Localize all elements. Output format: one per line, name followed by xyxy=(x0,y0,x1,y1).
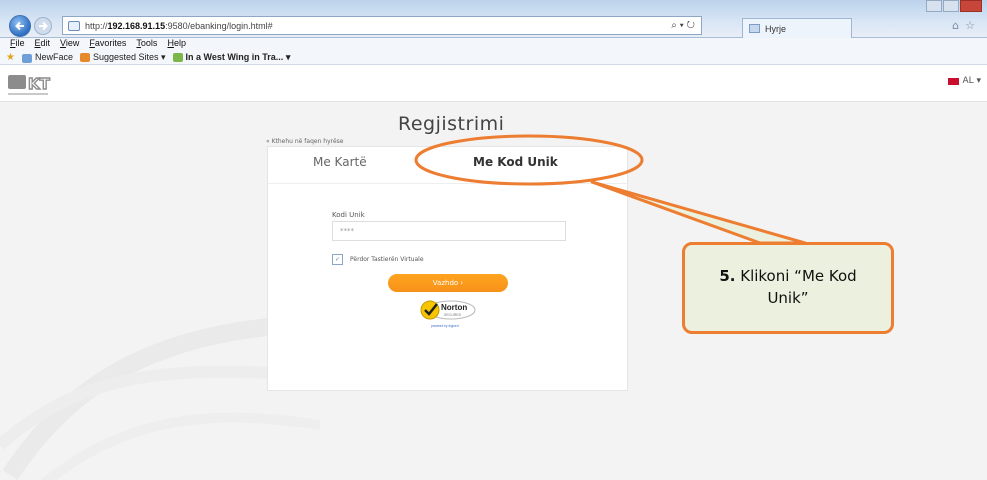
menu-file[interactable]: File xyxy=(10,38,25,51)
kodi-unik-label: Kodi Unik xyxy=(332,211,365,219)
fav-westwing[interactable]: In a West Wing in Tra... ▾ xyxy=(172,52,291,63)
url-rest: :9580/ebanking/login.html# xyxy=(165,20,273,31)
favorites-star-icon[interactable]: ★ xyxy=(6,52,15,63)
close-button[interactable] xyxy=(960,0,982,12)
browser-tab[interactable]: Hyrje xyxy=(742,18,852,38)
fav-newface[interactable]: NewFace xyxy=(21,52,73,63)
back-arrow-icon[interactable] xyxy=(9,15,31,37)
page-title: Regjistrimi xyxy=(398,113,505,135)
back-to-login-link[interactable]: « Kthehu në faqen hyrëse xyxy=(266,138,343,145)
norton-powered-text: powered by digicert xyxy=(431,324,459,328)
tab-page-icon xyxy=(749,24,760,33)
registration-card: Me Kartë Me Kod Unik Kodi Unik **** ✓ Pë… xyxy=(267,146,629,391)
fav-suggested-label: Suggested Sites ▾ xyxy=(92,52,166,62)
virtual-keyboard-checkbox[interactable]: ✓ xyxy=(332,254,343,265)
norton-secured-text: SECURED xyxy=(444,313,462,317)
maximize-button[interactable] xyxy=(943,0,959,12)
kodi-unik-input[interactable]: **** xyxy=(332,221,566,241)
window-controls xyxy=(926,0,982,12)
menu-view[interactable]: View xyxy=(60,38,79,51)
suggested-sites-icon xyxy=(79,53,90,63)
callout-step-number: 5. xyxy=(719,267,736,286)
url-prefix: http:// xyxy=(85,20,108,31)
bkt-logo: KT xyxy=(8,74,51,95)
site-header: KT AL ▾ xyxy=(0,65,987,102)
westwing-icon xyxy=(172,53,183,63)
svg-text:KT: KT xyxy=(28,75,51,93)
tab-title: Hyrje xyxy=(765,23,787,34)
address-bar[interactable]: http://192.168.91.15:9580/ebanking/login… xyxy=(62,16,702,35)
norton-secured-badge: Norton SECURED powered by digicert xyxy=(420,300,476,328)
instruction-callout: 5. Klikoni “Me Kod Unik” xyxy=(682,242,894,334)
menu-edit[interactable]: Edit xyxy=(35,38,51,51)
search-refresh-icon[interactable]: ⌕ ▾ ↻ xyxy=(671,20,695,31)
menu-help[interactable]: Help xyxy=(167,38,186,51)
fav-suggested[interactable]: Suggested Sites ▾ xyxy=(79,52,166,63)
menu-bar: File Edit View Favorites Tools Help xyxy=(0,38,987,51)
tab-me-karte[interactable]: Me Kartë xyxy=(313,155,367,169)
virtual-keyboard-label: Përdor Tastierën Virtuale xyxy=(350,256,424,263)
home-favorites-icons[interactable]: ⌂☆ xyxy=(952,19,981,32)
tab-divider xyxy=(268,183,629,184)
norton-text: Norton xyxy=(441,303,467,312)
browser-toolbar: http://192.168.91.15:9580/ebanking/login… xyxy=(0,0,987,38)
newface-icon xyxy=(21,53,32,63)
menu-favorites[interactable]: Favorites xyxy=(89,38,126,51)
minimize-button[interactable] xyxy=(926,0,942,12)
fav-newface-label: NewFace xyxy=(34,52,73,63)
favorites-bar: ★ NewFace Suggested Sites ▾ In a West Wi… xyxy=(0,51,987,65)
language-selector[interactable]: AL ▾ xyxy=(948,76,981,86)
continue-button[interactable]: Vazhdo › xyxy=(388,274,508,292)
fav-westwing-label: In a West Wing in Tra... ▾ xyxy=(185,52,291,62)
forward-arrow-icon[interactable] xyxy=(34,17,52,35)
menu-tools[interactable]: Tools xyxy=(136,38,157,51)
url-host: 192.168.91.15 xyxy=(107,20,166,31)
albanian-flag-icon xyxy=(948,77,960,85)
callout-text: Klikoni “Me Kod Unik” xyxy=(740,267,857,307)
tab-me-kod-unik[interactable]: Me Kod Unik xyxy=(473,155,558,169)
language-label: AL ▾ xyxy=(962,76,981,86)
page-icon xyxy=(68,20,80,31)
